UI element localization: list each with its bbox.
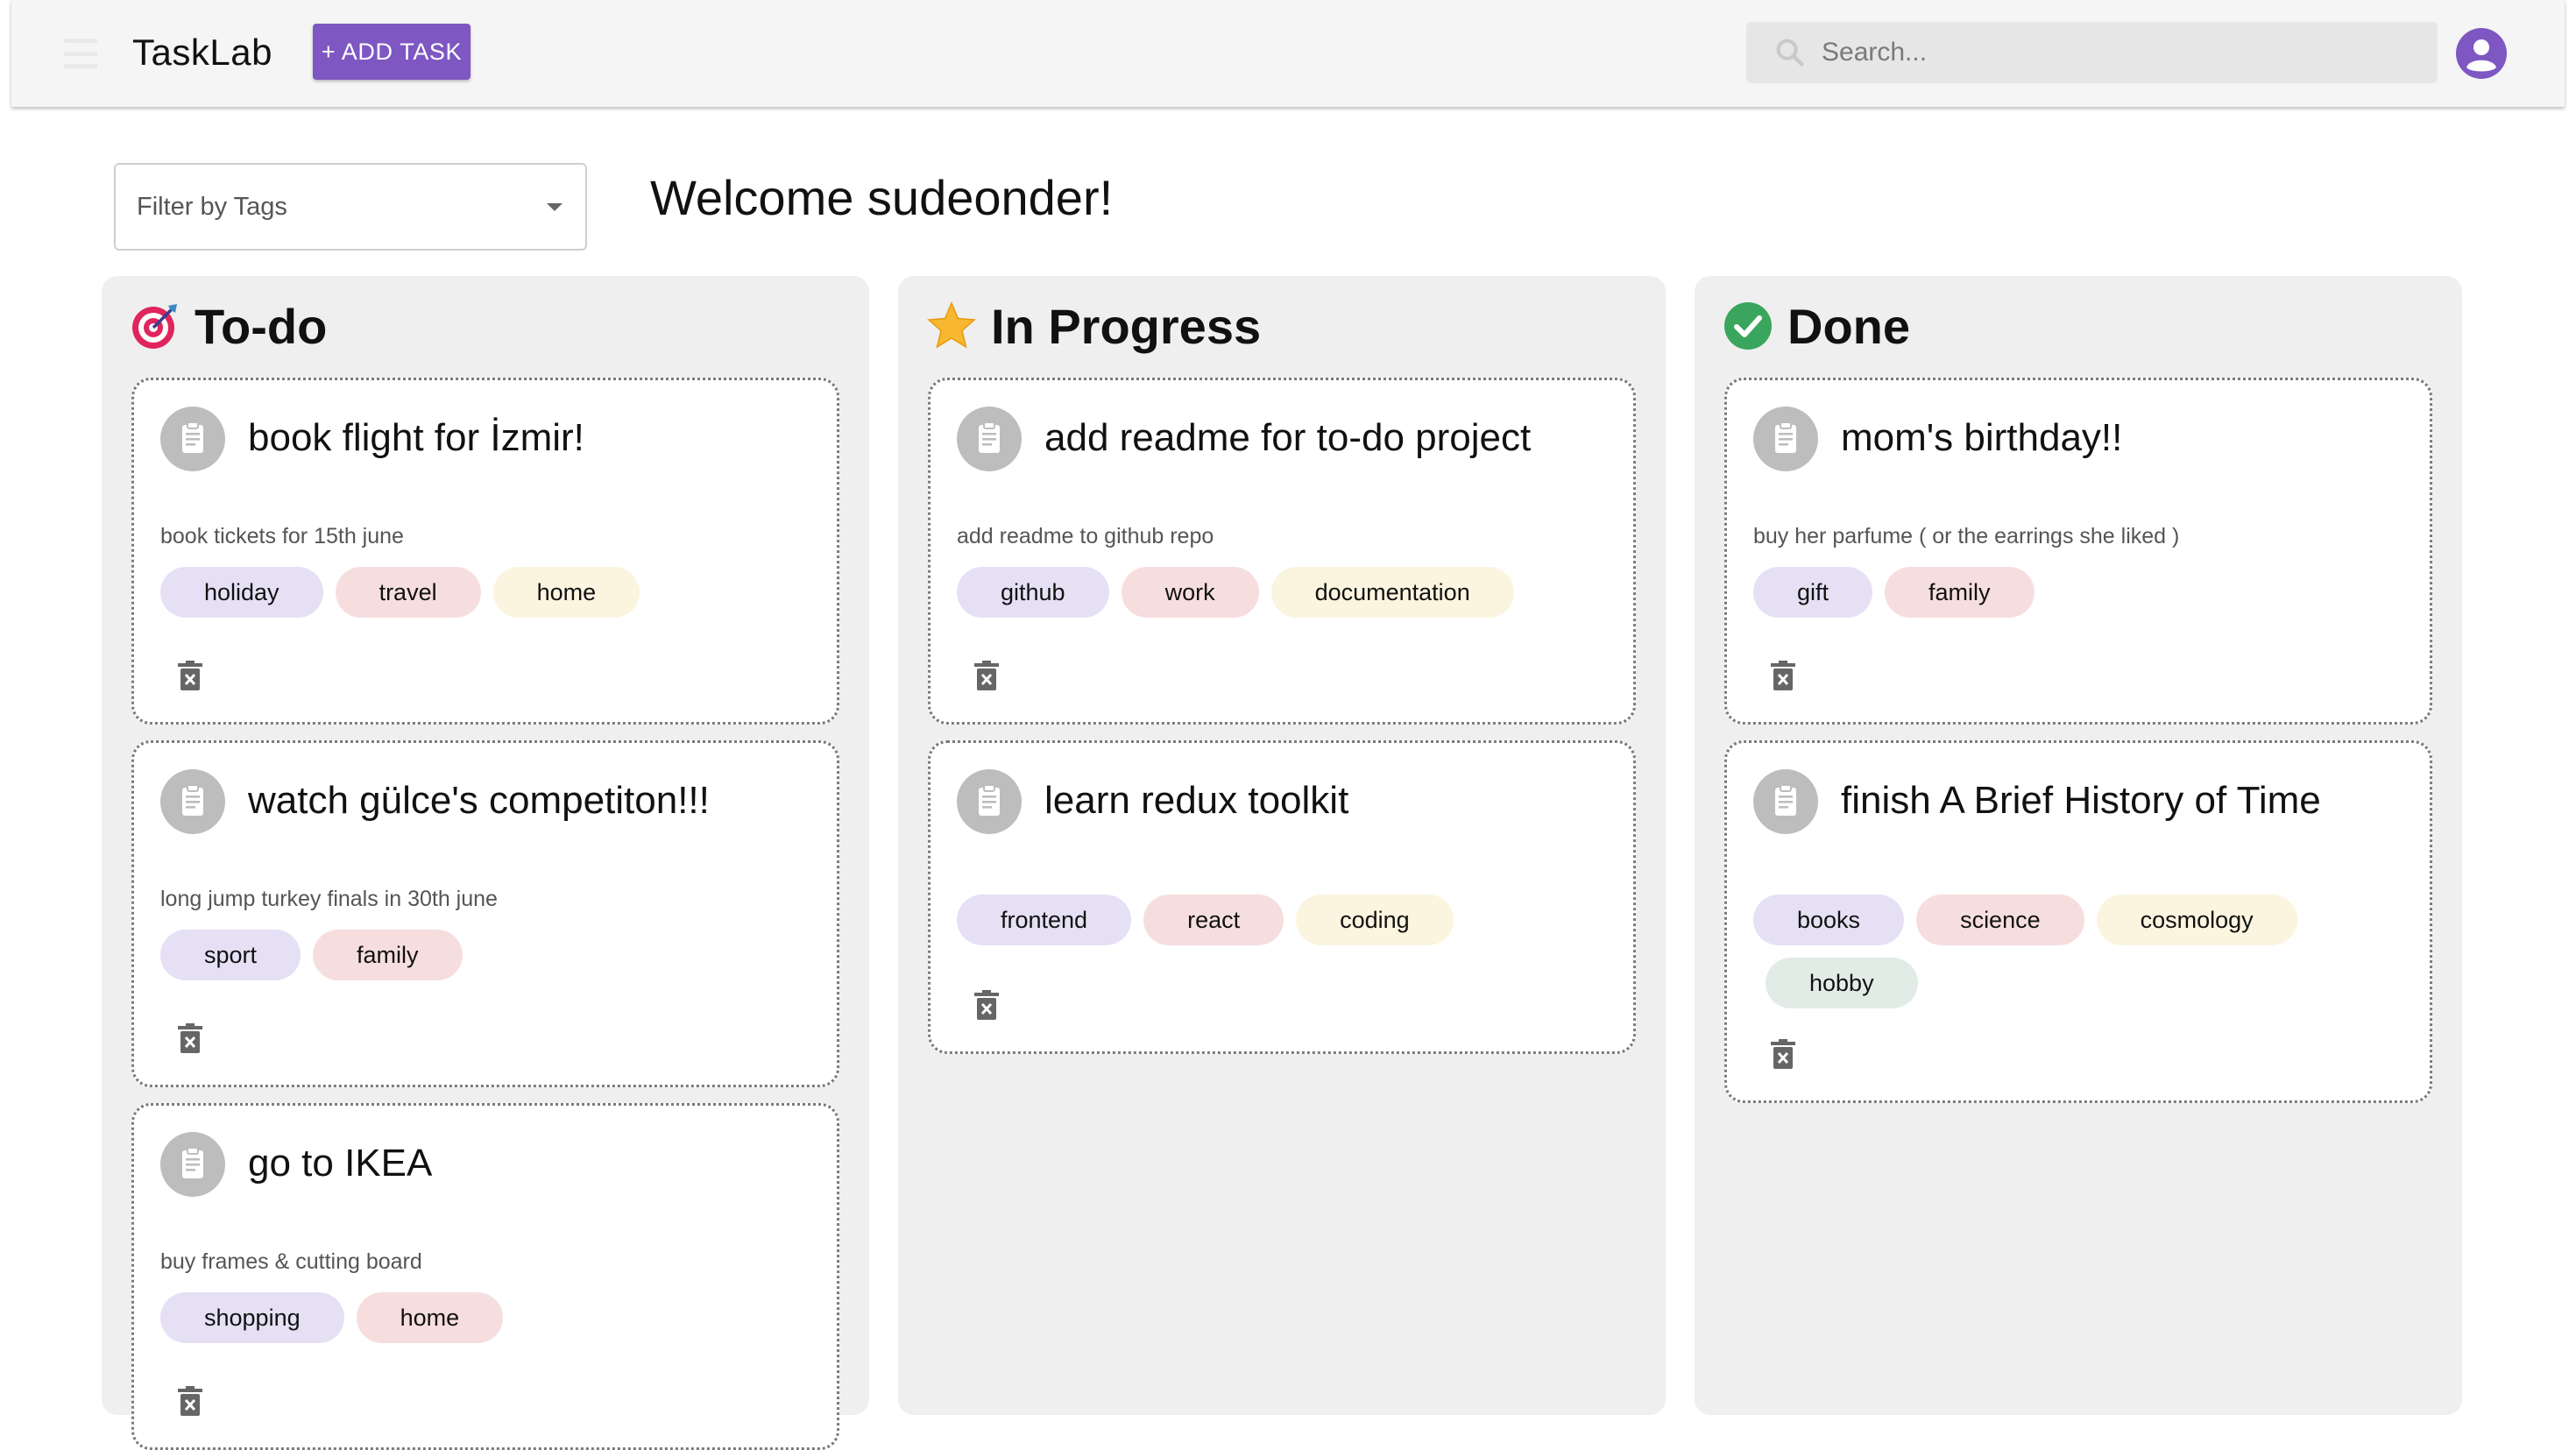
task-title: finish A Brief History of Time [1841, 779, 2321, 822]
delete-icon[interactable] [178, 1023, 202, 1053]
task-card[interactable]: go to IKEA buy frames & cutting board sh… [131, 1103, 839, 1450]
delete-icon[interactable] [178, 661, 202, 690]
user-avatar-icon[interactable] [2454, 26, 2509, 81]
app-bar: TaskLab + ADD TASK [11, 0, 2565, 107]
clipboard-icon [160, 769, 225, 834]
tag-list: sport family [160, 930, 826, 980]
task-card[interactable]: mom's birthday!! buy her parfume ( or th… [1724, 378, 2432, 725]
tag-list: github work documentation [957, 567, 1623, 618]
column-header: Done [1723, 295, 1910, 357]
column-in-progress: In Progress add readme for to-do project… [898, 276, 1666, 1415]
clipboard-icon [957, 407, 1022, 471]
column-title: Done [1787, 298, 1910, 354]
clipboard-icon [160, 407, 225, 471]
task-card[interactable]: finish A Brief History of Time books sci… [1724, 740, 2432, 1103]
tag-chip[interactable]: work [1121, 567, 1259, 618]
column-title: To-do [195, 298, 328, 354]
check-circle-icon [1724, 302, 1772, 350]
delete-icon[interactable] [1771, 661, 1795, 690]
task-title: mom's birthday!! [1841, 416, 2123, 459]
column-title: In Progress [991, 298, 1262, 354]
task-description: book tickets for 15th june [160, 524, 404, 548]
tag-chip[interactable]: gift [1753, 567, 1873, 618]
tag-list: frontend react coding [957, 895, 1623, 945]
tag-chip[interactable]: coding [1296, 895, 1454, 945]
app-title: TaskLab [132, 32, 272, 73]
tag-chip[interactable]: github [957, 567, 1109, 618]
tag-chip[interactable]: family [313, 930, 463, 980]
welcome-message: Welcome sudeonder! [650, 170, 1114, 225]
clipboard-icon [957, 769, 1022, 834]
column-header: To-do [130, 295, 327, 357]
filter-label: Filter by Tags [137, 192, 287, 221]
delete-icon[interactable] [178, 1386, 202, 1416]
task-description: long jump turkey finals in 30th june [160, 887, 498, 911]
task-title: book flight for İzmir! [248, 416, 584, 459]
tag-chip[interactable]: holiday [160, 567, 323, 618]
search-input[interactable] [1820, 37, 2419, 68]
tag-chip[interactable]: hobby [1766, 958, 1918, 1008]
hamburger-menu-icon[interactable] [64, 39, 97, 68]
add-task-button[interactable]: + ADD TASK [313, 24, 471, 80]
column-done: Done mom's birthday!! buy her parfume ( … [1695, 276, 2462, 1415]
column-header: In Progress [926, 295, 1261, 357]
tag-chip[interactable]: home [356, 1292, 504, 1343]
delete-icon[interactable] [974, 990, 999, 1020]
tag-chip[interactable]: frontend [957, 895, 1132, 945]
delete-icon[interactable] [1771, 1039, 1795, 1069]
clipboard-icon [160, 1132, 225, 1197]
tag-chip[interactable]: science [1916, 895, 2084, 945]
search-icon [1776, 39, 1804, 67]
task-title: watch gülce's competiton!!! [248, 779, 710, 822]
tag-list: holiday travel home [160, 567, 826, 618]
task-description: buy frames & cutting board [160, 1249, 422, 1274]
task-card[interactable]: watch gülce's competiton!!! long jump tu… [131, 740, 839, 1087]
tag-chip[interactable]: books [1753, 895, 1905, 945]
target-dart-icon [132, 304, 177, 349]
column-todo: To-do book flight for İzmir! book ticket… [102, 276, 869, 1450]
task-description: add readme to github repo [957, 524, 1214, 548]
tag-chip[interactable]: travel [335, 567, 481, 618]
filter-by-tags-select[interactable]: Filter by Tags [114, 163, 587, 251]
task-title: add readme for to-do project [1044, 416, 1532, 459]
task-card[interactable]: book flight for İzmir! book tickets for … [131, 378, 839, 725]
task-card[interactable]: add readme for to-do project add readme … [928, 378, 1636, 725]
task-title: go to IKEA [248, 1142, 433, 1185]
tag-chip[interactable]: home [492, 567, 640, 618]
tag-chip[interactable]: family [1885, 567, 2035, 618]
dropdown-arrow-icon [547, 202, 563, 211]
clipboard-icon [1753, 769, 1818, 834]
tag-list: books science cosmology hobby [1753, 895, 2384, 1008]
task-card[interactable]: learn redux toolkit frontend react codin… [928, 740, 1636, 1054]
tag-chip[interactable]: documentation [1270, 567, 1514, 618]
search-bar[interactable] [1746, 22, 2438, 83]
delete-icon[interactable] [974, 661, 999, 690]
task-title: learn redux toolkit [1044, 779, 1349, 822]
tag-chip[interactable]: shopping [160, 1292, 344, 1343]
star-icon [927, 301, 976, 349]
tag-list: shopping home [160, 1292, 826, 1343]
tag-chip[interactable]: cosmology [2096, 895, 2297, 945]
tag-chip[interactable]: react [1143, 895, 1284, 945]
clipboard-icon [1753, 407, 1818, 471]
task-description: buy her parfume ( or the earrings she li… [1753, 524, 2180, 548]
tag-list: gift family [1753, 567, 2419, 618]
tag-chip[interactable]: sport [160, 930, 301, 980]
